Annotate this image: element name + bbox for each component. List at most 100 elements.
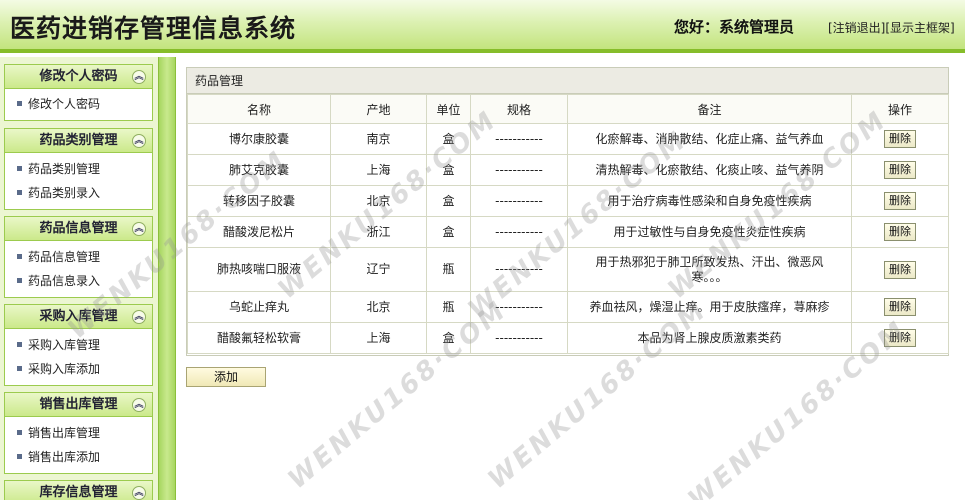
cell-action: 删除 — [851, 185, 949, 217]
cell-spec: ----------- — [470, 123, 568, 155]
cell-spec: ----------- — [470, 216, 568, 248]
sidebar-group-header[interactable]: 修改个人密码 ︽ — [5, 65, 152, 89]
cell-note: 养血祛风，燥湿止痒。用于皮肤瘙痒，荨麻疹 — [567, 291, 852, 323]
delete-button[interactable]: 删除 — [884, 192, 916, 210]
panel-title: 药品管理 — [187, 68, 948, 94]
bullet-icon — [17, 101, 22, 106]
cell-origin: 浙江 — [330, 216, 427, 248]
bullet-icon — [17, 430, 22, 435]
cell-origin: 上海 — [330, 154, 427, 186]
sidebar-group-drug-info: 药品信息管理 ︽ 药品信息管理 药品信息录入 — [4, 216, 153, 298]
sidebar-group-header[interactable]: 药品类别管理 ︽ — [5, 129, 152, 153]
sidebar-group-title: 库存信息管理 — [39, 485, 118, 500]
cell-origin: 南京 — [330, 123, 427, 155]
table-row: 博尔康胶囊 南京 盒 ----------- 化瘀解毒、消肿散结、化症止痛、益气… — [187, 123, 949, 155]
app-title: 医药进销存管理信息系统 — [10, 14, 297, 43]
column-header-origin: 产地 — [330, 94, 427, 124]
sidebar-item-label: 药品类别录入 — [28, 186, 101, 200]
bullet-icon — [17, 366, 22, 371]
column-header-note: 备注 — [567, 94, 852, 124]
user-greeting: 您好：系统管理员 — [674, 18, 795, 36]
collapse-icon[interactable]: ︽ — [132, 398, 146, 412]
cell-action: 删除 — [851, 216, 949, 248]
cell-unit: 瓶 — [426, 247, 471, 292]
collapse-icon[interactable]: ︽ — [132, 310, 146, 324]
collapse-icon[interactable]: ︽ — [132, 134, 146, 148]
cell-origin: 上海 — [330, 322, 427, 354]
cell-spec: ----------- — [470, 247, 568, 292]
column-header-action: 操作 — [851, 94, 949, 124]
sidebar-group-header[interactable]: 销售出库管理 ︽ — [5, 393, 152, 417]
cell-unit: 盒 — [426, 123, 471, 155]
table-row: 醋酸氟轻松软膏 上海 盒 ----------- 本品为肾上腺皮质激素类药 删除 — [187, 322, 949, 354]
column-header-name: 名称 — [187, 94, 331, 124]
sidebar-item-label: 采购入库添加 — [28, 362, 101, 376]
table-row: 转移因子胶囊 北京 盒 ----------- 用于治疗病毒性感染和自身免疫性疾… — [187, 185, 949, 217]
sidebar-group-title: 药品类别管理 — [39, 133, 118, 148]
cell-unit: 盒 — [426, 216, 471, 248]
cell-origin: 辽宁 — [330, 247, 427, 292]
bullet-icon — [17, 254, 22, 259]
sidebar-item-label: 药品信息录入 — [28, 274, 101, 288]
sidebar: 修改个人密码 ︽ 修改个人密码 药品类别管理 ︽ 药品类别管理 药品类别录入 药… — [0, 57, 158, 500]
collapse-icon[interactable]: ︽ — [132, 486, 146, 500]
add-button[interactable]: 添加 — [186, 367, 266, 387]
sidebar-group-purchase: 采购入库管理 ︽ 采购入库管理 采购入库添加 — [4, 304, 153, 386]
collapse-icon[interactable]: ︽ — [132, 222, 146, 236]
logout-link[interactable]: [注销退出] — [828, 21, 885, 35]
delete-button[interactable]: 删除 — [884, 329, 916, 347]
sidebar-item-change-password[interactable]: 修改个人密码 — [5, 92, 152, 116]
bullet-icon — [17, 454, 22, 459]
delete-button[interactable]: 删除 — [884, 130, 916, 148]
cell-action: 删除 — [851, 154, 949, 186]
cell-name: 博尔康胶囊 — [187, 123, 331, 155]
sidebar-item-drug-manage[interactable]: 药品信息管理 — [5, 245, 152, 269]
bullet-icon — [17, 278, 22, 283]
bullet-icon — [17, 166, 22, 171]
bullet-icon — [17, 190, 22, 195]
drug-table: 名称 产地 单位 规格 备注 操作 博尔康胶囊 南京 盒 -----------… — [187, 94, 949, 354]
sidebar-group-header[interactable]: 采购入库管理 ︽ — [5, 305, 152, 329]
sidebar-item-category-entry[interactable]: 药品类别录入 — [5, 181, 152, 205]
delete-button[interactable]: 删除 — [884, 223, 916, 241]
app-header: 医药进销存管理信息系统 您好：系统管理员 [注销退出][显示主框架] — [0, 0, 965, 53]
delete-button[interactable]: 删除 — [884, 298, 916, 316]
cell-name: 醋酸泼尼松片 — [187, 216, 331, 248]
cell-origin: 北京 — [330, 185, 427, 217]
sidebar-item-category-manage[interactable]: 药品类别管理 — [5, 157, 152, 181]
table-row: 醋酸泼尼松片 浙江 盒 ----------- 用于过敏性与自身免疫性炎症性疾病… — [187, 216, 949, 248]
cell-note: 清热解毒、化瘀散结、化痰止咳、益气养阴 — [567, 154, 852, 186]
sidebar-splitter[interactable] — [158, 57, 176, 500]
sidebar-item-purchase-add[interactable]: 采购入库添加 — [5, 357, 152, 381]
sidebar-group-title: 采购入库管理 — [39, 309, 118, 324]
sidebar-item-label: 销售出库管理 — [28, 426, 101, 440]
cell-name: 肺艾克胶囊 — [187, 154, 331, 186]
sidebar-item-sales-manage[interactable]: 销售出库管理 — [5, 421, 152, 445]
table-row: 乌蛇止痒丸 北京 瓶 ----------- 养血祛风，燥湿止痒。用于皮肤瘙痒，… — [187, 291, 949, 323]
table-row: 肺艾克胶囊 上海 盒 ----------- 清热解毒、化瘀散结、化痰止咳、益气… — [187, 154, 949, 186]
cell-name: 肺热咳喘口服液 — [187, 247, 331, 292]
sidebar-item-drug-entry[interactable]: 药品信息录入 — [5, 269, 152, 293]
cell-origin: 北京 — [330, 291, 427, 323]
drug-panel: 药品管理 名称 产地 单位 规格 备注 操作 博尔康胶囊 南京 盒 ------… — [186, 67, 949, 356]
delete-button[interactable]: 删除 — [884, 161, 916, 179]
sidebar-group-title: 修改个人密码 — [39, 69, 118, 84]
show-frame-link[interactable]: [显示主框架] — [885, 21, 954, 35]
bullet-icon — [17, 342, 22, 347]
sidebar-group-title: 销售出库管理 — [39, 397, 118, 412]
cell-spec: ----------- — [470, 322, 568, 354]
collapse-icon[interactable]: ︽ — [132, 70, 146, 84]
sidebar-item-sales-add[interactable]: 销售出库添加 — [5, 445, 152, 469]
sidebar-group-password: 修改个人密码 ︽ 修改个人密码 — [4, 64, 153, 121]
cell-note: 本品为肾上腺皮质激素类药 — [567, 322, 852, 354]
sidebar-group-title: 药品信息管理 — [39, 221, 118, 236]
header-links: [注销退出][显示主框架] — [828, 19, 955, 36]
cell-name: 醋酸氟轻松软膏 — [187, 322, 331, 354]
delete-button[interactable]: 删除 — [884, 260, 916, 279]
sidebar-group-header[interactable]: 药品信息管理 ︽ — [5, 217, 152, 241]
cell-note: 用于治疗病毒性感染和自身免疫性疾病 — [567, 185, 852, 217]
sidebar-group-header[interactable]: 库存信息管理 ︽ — [5, 481, 152, 500]
sidebar-item-purchase-manage[interactable]: 采购入库管理 — [5, 333, 152, 357]
cell-spec: ----------- — [470, 154, 568, 186]
cell-unit: 瓶 — [426, 291, 471, 323]
